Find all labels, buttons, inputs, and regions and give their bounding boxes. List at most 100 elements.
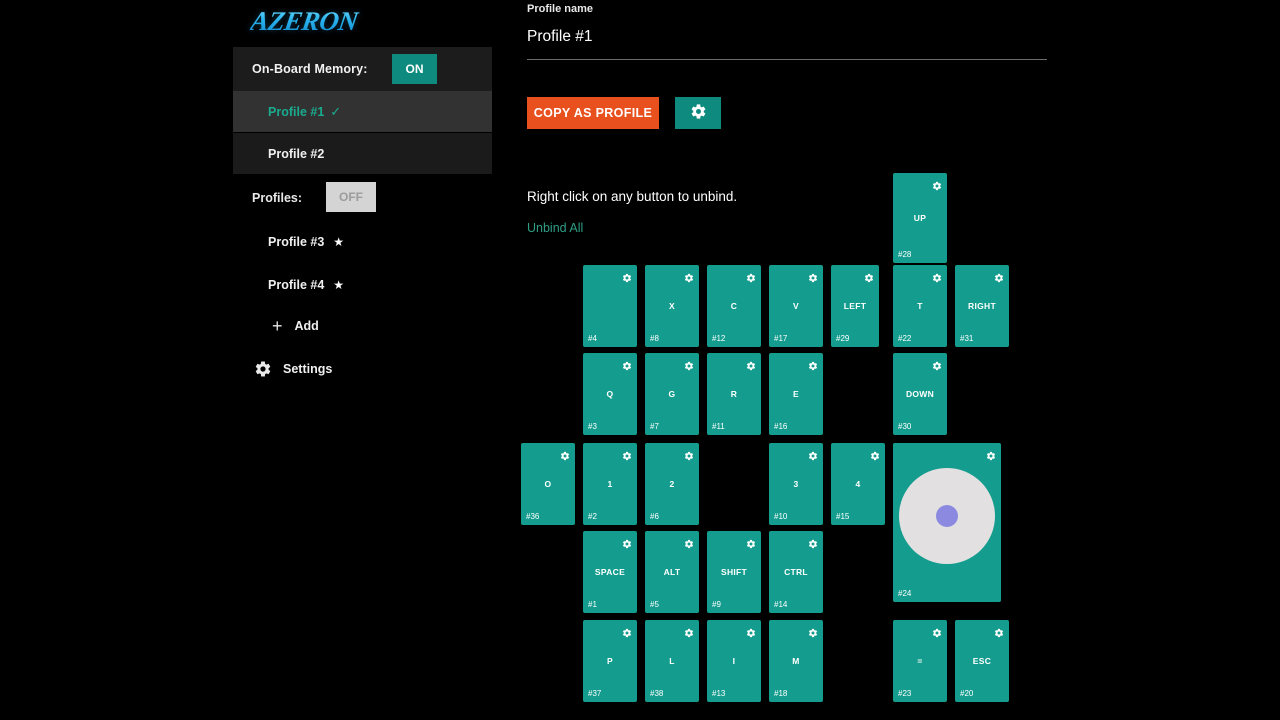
key-number: #3 [588, 422, 597, 431]
key-label: 2 [669, 479, 675, 489]
gear-icon[interactable] [622, 448, 632, 461]
onboard-memory-toggle[interactable]: ON [392, 54, 437, 84]
gear-icon[interactable] [808, 625, 818, 638]
gear-icon[interactable] [808, 270, 818, 283]
key-button-12[interactable]: C #12 [707, 265, 761, 347]
key-button-30[interactable]: DOWN #30 [893, 353, 947, 435]
gear-icon[interactable] [932, 358, 942, 371]
sidebar-item-profile-3[interactable]: Profile #3 ★ [233, 228, 492, 256]
key-number: #15 [836, 512, 850, 521]
key-number: #37 [588, 689, 602, 698]
key-button-16[interactable]: E #16 [769, 353, 823, 435]
gear-icon[interactable] [746, 625, 756, 638]
sidebar: AZERON On-Board Memory: ON Profile #1 ✓ … [233, 0, 492, 720]
key-label: I [732, 656, 736, 666]
key-button-20[interactable]: ESC #20 [955, 620, 1009, 702]
gear-icon[interactable] [986, 448, 996, 461]
key-button-5[interactable]: ALT #5 [645, 531, 699, 613]
profile-4-label: Profile #4 [268, 278, 325, 292]
key-button-38[interactable]: L #38 [645, 620, 699, 702]
gear-icon[interactable] [622, 358, 632, 371]
gear-icon[interactable] [870, 448, 880, 461]
gear-icon[interactable] [622, 536, 632, 549]
key-button-22[interactable]: T #22 [893, 265, 947, 347]
key-button-11[interactable]: R #11 [707, 353, 761, 435]
azeron-configurator-window: AZERON On-Board Memory: ON Profile #1 ✓ … [0, 0, 1280, 720]
gear-icon[interactable] [622, 270, 632, 283]
key-number: #5 [650, 600, 659, 609]
key-label: 3 [793, 479, 799, 489]
key-number: #17 [774, 334, 788, 343]
check-icon: ✓ [330, 103, 342, 119]
main-panel: Profile name COPY AS PROFILE Right click… [493, 0, 1280, 720]
gear-icon[interactable] [808, 536, 818, 549]
key-number: #4 [588, 334, 597, 343]
key-button-1[interactable]: SPACE #1 [583, 531, 637, 613]
onboard-memory-label: On-Board Memory: [252, 62, 368, 76]
key-button-37[interactable]: P #37 [583, 620, 637, 702]
key-button-18[interactable]: M #18 [769, 620, 823, 702]
gear-icon[interactable] [808, 448, 818, 461]
key-button-3[interactable]: Q #3 [583, 353, 637, 435]
gear-icon[interactable] [746, 358, 756, 371]
key-button-2[interactable]: 1 #2 [583, 443, 637, 525]
gear-icon[interactable] [932, 178, 942, 191]
key-button-23[interactable]: = #23 [893, 620, 947, 702]
key-button-36[interactable]: O #36 [521, 443, 575, 525]
gear-icon[interactable] [746, 536, 756, 549]
star-icon[interactable]: ★ [333, 278, 344, 292]
gear-icon[interactable] [864, 270, 874, 283]
key-button-13[interactable]: I #13 [707, 620, 761, 702]
key-button-9[interactable]: SHIFT #9 [707, 531, 761, 613]
gear-icon[interactable] [994, 270, 1004, 283]
profiles-toggle[interactable]: OFF [326, 182, 376, 212]
gear-icon[interactable] [932, 625, 942, 638]
sidebar-item-profile-4[interactable]: Profile #4 ★ [233, 271, 492, 299]
gear-icon[interactable] [684, 358, 694, 371]
add-profile-button[interactable]: + Add [233, 313, 492, 339]
key-button-14[interactable]: CTRL #14 [769, 531, 823, 613]
gear-icon[interactable] [684, 625, 694, 638]
key-label: O [544, 479, 552, 489]
key-button-29[interactable]: LEFT #29 [831, 265, 879, 347]
key-button-15[interactable]: 4 #15 [831, 443, 885, 525]
gear-icon[interactable] [684, 448, 694, 461]
star-icon[interactable]: ★ [333, 235, 344, 249]
key-label: ESC [972, 656, 992, 666]
key-button-4[interactable]: #4 [583, 265, 637, 347]
key-number: #29 [836, 334, 850, 343]
key-number: #18 [774, 689, 788, 698]
key-label: T [917, 301, 923, 311]
key-label: ALT [663, 567, 681, 577]
key-button-7[interactable]: G #7 [645, 353, 699, 435]
gear-icon[interactable] [808, 358, 818, 371]
sidebar-item-profile-2[interactable]: Profile #2 [233, 133, 492, 174]
profiles-label: Profiles: [252, 191, 303, 205]
gear-icon[interactable] [684, 536, 694, 549]
key-number: #24 [898, 589, 912, 598]
joystick-dot[interactable] [936, 505, 958, 528]
sidebar-item-settings[interactable]: Settings [233, 356, 492, 382]
key-label: E [793, 389, 799, 399]
key-label: M [792, 656, 800, 666]
key-button-28[interactable]: UP #28 [893, 173, 947, 263]
joystick-button-24[interactable]: #24 [893, 443, 1001, 602]
key-number: #12 [712, 334, 726, 343]
key-button-8[interactable]: X #8 [645, 265, 699, 347]
sidebar-item-profile-1[interactable]: Profile #1 ✓ [233, 91, 492, 132]
key-button-6[interactable]: 2 #6 [645, 443, 699, 525]
key-number: #13 [712, 689, 726, 698]
gear-icon[interactable] [684, 270, 694, 283]
key-button-17[interactable]: V #17 [769, 265, 823, 347]
gear-icon[interactable] [932, 270, 942, 283]
gear-icon[interactable] [746, 270, 756, 283]
key-label: P [607, 656, 613, 666]
key-button-31[interactable]: RIGHT #31 [955, 265, 1009, 347]
gear-icon[interactable] [994, 625, 1004, 638]
key-number: #7 [650, 422, 659, 431]
key-button-10[interactable]: 3 #10 [769, 443, 823, 525]
gear-icon[interactable] [622, 625, 632, 638]
key-label: L [669, 656, 675, 666]
gear-icon[interactable] [560, 448, 570, 461]
key-number: #20 [960, 689, 974, 698]
